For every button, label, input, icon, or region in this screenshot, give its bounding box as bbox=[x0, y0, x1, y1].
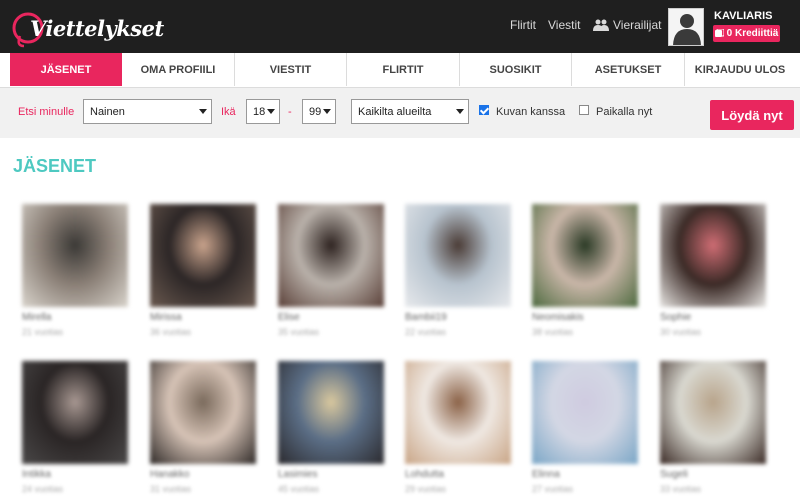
tab-kirjaudu-ulos[interactable]: KIRJAUDU ULOS bbox=[685, 53, 795, 86]
tab-flirtit[interactable]: FLIRTIT bbox=[347, 53, 460, 86]
age-max-select[interactable]: 99 bbox=[302, 99, 336, 124]
avatar[interactable] bbox=[668, 8, 704, 46]
member-name[interactable]: Neomisakis bbox=[532, 312, 638, 325]
member-card[interactable]: Sophie 30 vuotias bbox=[660, 204, 766, 338]
credits-button[interactable]: 0 Krediittiä bbox=[713, 25, 780, 42]
age-min-select[interactable]: 18 bbox=[246, 99, 280, 124]
member-card[interactable]: Elise 35 vuotias bbox=[278, 204, 384, 338]
member-name[interactable]: Mirella bbox=[22, 312, 128, 325]
member-card[interactable]: Intikka 24 vuotias bbox=[22, 361, 128, 495]
member-age: 22 vuotias bbox=[405, 327, 447, 337]
member-card[interactable]: Lasimies 45 vuotias bbox=[278, 361, 384, 495]
age-label: Ikä bbox=[221, 106, 236, 118]
member-card[interactable]: Mirissa 36 vuotias bbox=[150, 204, 256, 338]
header-link-visitors[interactable]: Vierailijat bbox=[593, 18, 661, 32]
age-max-value: 99 bbox=[309, 105, 322, 118]
member-age: 27 vuotias bbox=[532, 484, 574, 494]
main-nav: JÄSENET OMA PROFIILI VIESTIT FLIRTIT SUO… bbox=[0, 53, 800, 88]
member-photo[interactable] bbox=[22, 361, 128, 464]
member-card[interactable]: Mirella 21 vuotias bbox=[22, 204, 128, 338]
chevron-down-icon bbox=[456, 109, 464, 114]
tab-oma-profiili[interactable]: OMA PROFIILI bbox=[122, 53, 235, 86]
member-photo[interactable] bbox=[278, 204, 384, 307]
member-photo[interactable] bbox=[405, 361, 511, 464]
member-age: 35 vuotias bbox=[278, 327, 320, 337]
member-age: 21 vuotias bbox=[22, 327, 64, 337]
with-photo-label: Kuvan kanssa bbox=[496, 106, 566, 118]
member-photo[interactable] bbox=[532, 204, 638, 307]
member-photo[interactable] bbox=[22, 204, 128, 307]
region-select[interactable]: Kaikilta alueilta bbox=[351, 99, 469, 124]
member-name[interactable]: Lohdutta bbox=[405, 469, 511, 482]
member-photo[interactable] bbox=[278, 361, 384, 464]
member-age: 45 vuotias bbox=[278, 484, 320, 494]
chevron-down-icon bbox=[199, 109, 207, 114]
top-header: Viettelykset Flirtit Viestit Vierailijat… bbox=[0, 0, 800, 53]
member-age: 24 vuotias bbox=[22, 484, 64, 494]
credits-label: 0 Krediittiä bbox=[726, 28, 779, 39]
logo-text: Viettelykset bbox=[30, 16, 164, 41]
member-age: 36 vuotias bbox=[150, 327, 192, 337]
member-age: 38 vuotias bbox=[532, 327, 574, 337]
members-title: JÄSENET bbox=[13, 156, 97, 176]
member-age: 33 vuotias bbox=[660, 484, 702, 494]
member-name[interactable]: Hanakko bbox=[150, 469, 256, 482]
online-now-checkbox[interactable] bbox=[579, 105, 589, 115]
member-name[interactable]: Elise bbox=[278, 312, 384, 325]
member-photo[interactable] bbox=[405, 204, 511, 307]
people-icon bbox=[593, 19, 609, 31]
member-photo[interactable] bbox=[150, 204, 256, 307]
gender-select[interactable]: Nainen bbox=[83, 99, 212, 124]
member-name[interactable]: Elinna bbox=[532, 469, 638, 482]
header-link-flirtit[interactable]: Flirtit bbox=[510, 18, 536, 32]
member-photo[interactable] bbox=[660, 204, 766, 307]
header-link-viestit[interactable]: Viestit bbox=[548, 18, 580, 32]
chevron-down-icon bbox=[267, 109, 275, 114]
tab-suosikit[interactable]: SUOSIKIT bbox=[460, 53, 572, 86]
gender-select-value: Nainen bbox=[90, 105, 125, 118]
tab-viestit[interactable]: VIESTIT bbox=[235, 53, 347, 86]
member-name[interactable]: Sugeli bbox=[660, 469, 766, 482]
member-card[interactable]: Bambii19 22 vuotias bbox=[405, 204, 511, 338]
age-range-dash: - bbox=[288, 106, 292, 118]
search-for-label: Etsi minulle bbox=[18, 106, 75, 118]
member-name[interactable]: Lasimies bbox=[278, 469, 384, 482]
tab-asetukset[interactable]: ASETUKSET bbox=[572, 53, 685, 86]
member-card[interactable]: Neomisakis 38 vuotias bbox=[532, 204, 638, 338]
region-select-value: Kaikilta alueilta bbox=[358, 105, 432, 118]
chevron-down-icon bbox=[323, 109, 331, 114]
member-photo[interactable] bbox=[150, 361, 256, 464]
with-photo-checkbox[interactable] bbox=[479, 105, 489, 115]
member-photo[interactable] bbox=[660, 361, 766, 464]
member-card[interactable]: Sugeli 33 vuotias bbox=[660, 361, 766, 495]
username[interactable]: KAVLIARIS bbox=[714, 10, 772, 22]
member-age: 31 vuotias bbox=[150, 484, 192, 494]
member-age: 29 vuotias bbox=[405, 484, 447, 494]
find-now-button[interactable]: Löydä nyt bbox=[710, 100, 794, 130]
member-card[interactable]: Elinna 27 vuotias bbox=[532, 361, 638, 495]
search-filter-bar: Etsi minulle Nainen Ikä 18 - 99 Kaikilta… bbox=[0, 88, 800, 138]
online-now-label: Paikalla nyt bbox=[596, 106, 653, 118]
tab-jasenet[interactable]: JÄSENET bbox=[10, 53, 122, 86]
member-card[interactable]: Hanakko 31 vuotias bbox=[150, 361, 256, 495]
member-photo[interactable] bbox=[532, 361, 638, 464]
member-name[interactable]: Mirissa bbox=[150, 312, 256, 325]
site-logo[interactable]: Viettelykset bbox=[10, 6, 164, 48]
member-card[interactable]: Lohdutta 29 vuotias bbox=[405, 361, 511, 495]
member-name[interactable]: Sophie bbox=[660, 312, 766, 325]
coins-icon bbox=[714, 29, 724, 37]
user-silhouette-icon bbox=[669, 9, 703, 45]
member-age: 30 vuotias bbox=[660, 327, 702, 337]
member-name[interactable]: Bambii19 bbox=[405, 312, 511, 325]
visitors-label: Vierailijat bbox=[613, 18, 662, 32]
member-name[interactable]: Intikka bbox=[22, 469, 128, 482]
age-min-value: 18 bbox=[253, 105, 266, 118]
